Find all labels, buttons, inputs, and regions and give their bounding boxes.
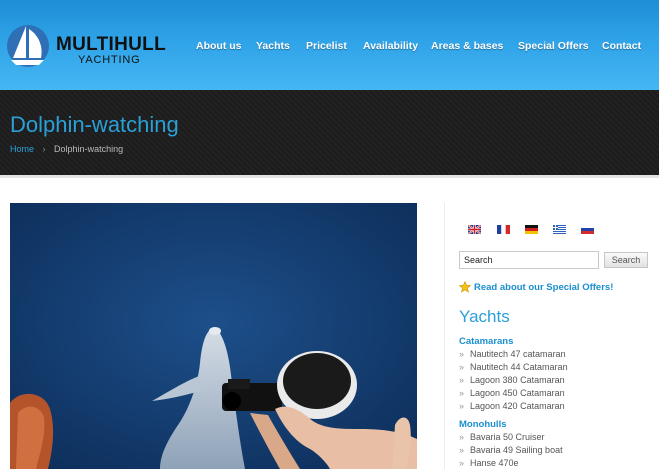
yacht-list-item[interactable]: » Lagoon 450 Catamaran [459, 388, 565, 398]
category-catamarans[interactable]: Catamarans [459, 336, 513, 347]
russia-flag-icon[interactable] [581, 225, 594, 234]
yacht-list-item[interactable]: » Hanse 470e [459, 458, 519, 468]
yacht-list-item[interactable]: » Lagoon 420 Catamaran [459, 401, 565, 411]
category-monohulls[interactable]: Monohulls [459, 419, 507, 430]
special-offers-text: Read about our Special Offers! [474, 282, 614, 293]
search-input[interactable] [459, 251, 599, 269]
yachts-heading: Yachts [459, 307, 510, 326]
nav-about-us[interactable]: About us [196, 40, 242, 52]
nav-pricelist[interactable]: Pricelist [306, 40, 347, 52]
nav-contact[interactable]: Contact [602, 40, 641, 52]
site-header: MULTIHULL YACHTING About us Yachts Price… [0, 0, 659, 90]
title-band: Dolphin-watching Home › Dolphin-watching [0, 90, 659, 178]
yacht-list-item[interactable]: » Bavaria 49 Sailing boat [459, 445, 563, 455]
breadcrumb-separator: › [42, 144, 46, 154]
yacht-list-item[interactable]: » Nautitech 47 catamaran [459, 349, 566, 359]
yacht-list-item[interactable]: » Lagoon 380 Catamaran [459, 375, 565, 385]
logo-tagline: YACHTING [78, 54, 141, 66]
greece-flag-icon[interactable] [553, 225, 566, 234]
yacht-list-item[interactable]: » Nautitech 44 Catamaran [459, 362, 568, 372]
sidebar: Search Read about our Special Offers! Ya… [444, 203, 659, 469]
main-nav: About us Yachts Pricelist Availability A… [0, 40, 659, 54]
germany-flag-icon[interactable] [525, 225, 538, 234]
dolphin-photo [10, 203, 417, 469]
breadcrumb: Home › Dolphin-watching [10, 144, 123, 154]
nav-special-offers[interactable]: Special Offers [518, 40, 589, 52]
star-icon [459, 281, 471, 293]
nav-yachts[interactable]: Yachts [256, 40, 290, 52]
france-flag-icon[interactable] [497, 225, 510, 234]
breadcrumb-home-link[interactable]: Home [10, 144, 34, 154]
breadcrumb-current: Dolphin-watching [54, 144, 124, 154]
yacht-list-item[interactable]: » Bavaria 50 Cruiser [459, 432, 545, 442]
page-title: Dolphin-watching [10, 112, 179, 137]
nav-areas-bases[interactable]: Areas & bases [431, 40, 503, 52]
uk-flag-icon[interactable] [468, 225, 481, 234]
search-button[interactable]: Search [604, 252, 648, 268]
nav-availability[interactable]: Availability [363, 40, 418, 52]
